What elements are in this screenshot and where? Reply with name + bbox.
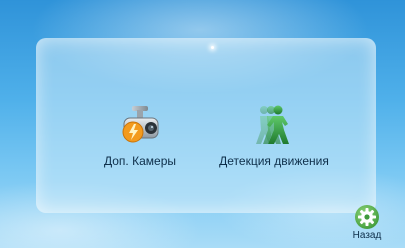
- menu-item-label: Детекция движения: [219, 154, 329, 168]
- gear-icon: [355, 205, 379, 229]
- menu-item-label: Доп. Камеры: [104, 154, 176, 168]
- back-button[interactable]: Назад: [342, 204, 392, 248]
- menu-item-motion-detection[interactable]: Детекция движения: [204, 104, 344, 168]
- security-camera-icon: [122, 106, 159, 143]
- light-sparkle: [211, 46, 214, 49]
- menu-item-extra-cameras[interactable]: Доп. Камеры: [78, 104, 202, 168]
- motion-detection-icon: [256, 105, 289, 144]
- back-label: Назад: [352, 230, 382, 241]
